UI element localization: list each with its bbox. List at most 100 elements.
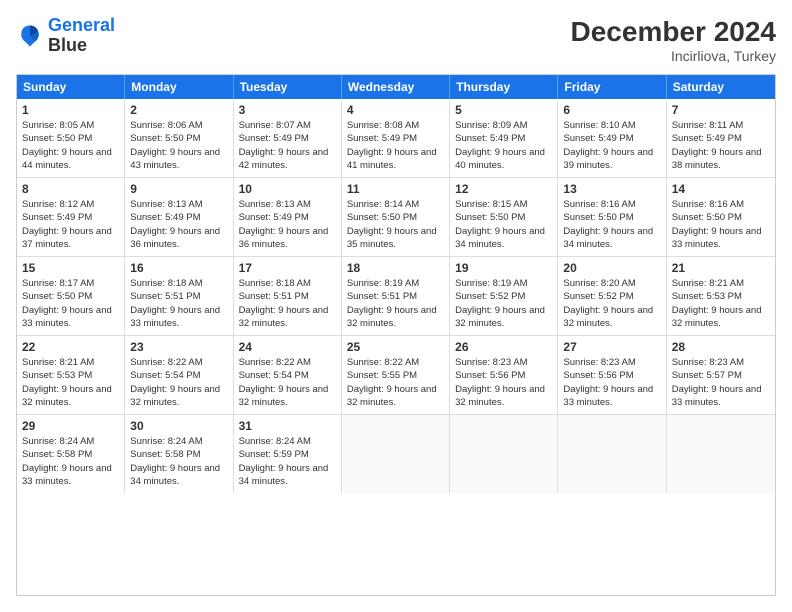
logo-line1: General bbox=[48, 15, 115, 35]
day-number: 20 bbox=[563, 261, 660, 275]
calendar-cell: 11 Sunrise: 8:14 AMSunset: 5:50 PMDayligh… bbox=[342, 178, 450, 256]
day-info: Sunrise: 8:23 AMSunset: 5:56 PMDaylight:… bbox=[455, 356, 552, 409]
day-number: 4 bbox=[347, 103, 444, 117]
day-info: Sunrise: 8:18 AMSunset: 5:51 PMDaylight:… bbox=[239, 277, 336, 330]
day-info: Sunrise: 8:24 AMSunset: 5:59 PMDaylight:… bbox=[239, 435, 336, 488]
calendar-cell: 30 Sunrise: 8:24 AMSunset: 5:58 PMDayligh… bbox=[125, 415, 233, 493]
calendar-cell: 1 Sunrise: 8:05 AMSunset: 5:50 PMDaylight… bbox=[17, 99, 125, 177]
day-info: Sunrise: 8:22 AMSunset: 5:54 PMDaylight:… bbox=[239, 356, 336, 409]
calendar-header-cell: Monday bbox=[125, 75, 233, 99]
day-info: Sunrise: 8:18 AMSunset: 5:51 PMDaylight:… bbox=[130, 277, 227, 330]
day-info: Sunrise: 8:23 AMSunset: 5:56 PMDaylight:… bbox=[563, 356, 660, 409]
calendar-cell bbox=[667, 415, 775, 493]
day-number: 2 bbox=[130, 103, 227, 117]
day-number: 8 bbox=[22, 182, 119, 196]
day-number: 7 bbox=[672, 103, 770, 117]
logo-text: General Blue bbox=[48, 16, 115, 56]
day-number: 10 bbox=[239, 182, 336, 196]
calendar-cell: 28 Sunrise: 8:23 AMSunset: 5:57 PMDayligh… bbox=[667, 336, 775, 414]
calendar-cell: 5 Sunrise: 8:09 AMSunset: 5:49 PMDaylight… bbox=[450, 99, 558, 177]
day-number: 15 bbox=[22, 261, 119, 275]
day-number: 22 bbox=[22, 340, 119, 354]
calendar-row: 29Sunrise: 8:24 AMSunset: 5:58 PMDayligh… bbox=[17, 415, 775, 493]
calendar-cell: 21 Sunrise: 8:21 AMSunset: 5:53 PMDayligh… bbox=[667, 257, 775, 335]
calendar-cell: 10 Sunrise: 8:13 AMSunset: 5:49 PMDayligh… bbox=[234, 178, 342, 256]
calendar-row: 22 Sunrise: 8:21 AMSunset: 5:53 PMDayligh… bbox=[17, 336, 775, 415]
calendar-cell: 29Sunrise: 8:24 AMSunset: 5:58 PMDayligh… bbox=[17, 415, 125, 493]
calendar-row: 15Sunrise: 8:17 AMSunset: 5:50 PMDayligh… bbox=[17, 257, 775, 336]
calendar-header: SundayMondayTuesdayWednesdayThursdayFrid… bbox=[17, 75, 775, 99]
day-number: 13 bbox=[563, 182, 660, 196]
day-number: 16 bbox=[130, 261, 227, 275]
day-info: Sunrise: 8:24 AMSunset: 5:58 PMDaylight:… bbox=[22, 435, 119, 488]
calendar-header-cell: Sunday bbox=[17, 75, 125, 99]
calendar-cell: 31 Sunrise: 8:24 AMSunset: 5:59 PMDayligh… bbox=[234, 415, 342, 493]
day-info: Sunrise: 8:20 AMSunset: 5:52 PMDaylight:… bbox=[563, 277, 660, 330]
calendar-cell: 25Sunrise: 8:22 AMSunset: 5:55 PMDayligh… bbox=[342, 336, 450, 414]
calendar-body: 1 Sunrise: 8:05 AMSunset: 5:50 PMDaylight… bbox=[17, 99, 775, 493]
day-number: 28 bbox=[672, 340, 770, 354]
calendar-cell: 24 Sunrise: 8:22 AMSunset: 5:54 PMDayligh… bbox=[234, 336, 342, 414]
calendar-cell: 6Sunrise: 8:10 AMSunset: 5:49 PMDaylight… bbox=[558, 99, 666, 177]
calendar-cell: 8 Sunrise: 8:12 AMSunset: 5:49 PMDaylight… bbox=[17, 178, 125, 256]
day-info: Sunrise: 8:12 AMSunset: 5:49 PMDaylight:… bbox=[22, 198, 119, 251]
day-number: 6 bbox=[563, 103, 660, 117]
day-info: Sunrise: 8:24 AMSunset: 5:58 PMDaylight:… bbox=[130, 435, 227, 488]
day-info: Sunrise: 8:11 AMSunset: 5:49 PMDaylight:… bbox=[672, 119, 770, 172]
calendar-header-cell: Tuesday bbox=[234, 75, 342, 99]
day-number: 11 bbox=[347, 182, 444, 196]
logo-icon bbox=[16, 22, 44, 50]
calendar-cell: 19 Sunrise: 8:19 AMSunset: 5:52 PMDayligh… bbox=[450, 257, 558, 335]
day-number: 19 bbox=[455, 261, 552, 275]
calendar-cell bbox=[450, 415, 558, 493]
day-info: Sunrise: 8:16 AMSunset: 5:50 PMDaylight:… bbox=[563, 198, 660, 251]
day-number: 14 bbox=[672, 182, 770, 196]
day-info: Sunrise: 8:19 AMSunset: 5:52 PMDaylight:… bbox=[455, 277, 552, 330]
subtitle: Incirliova, Turkey bbox=[571, 48, 776, 64]
day-number: 1 bbox=[22, 103, 119, 117]
calendar-cell: 18Sunrise: 8:19 AMSunset: 5:51 PMDayligh… bbox=[342, 257, 450, 335]
day-number: 30 bbox=[130, 419, 227, 433]
calendar-cell: 14 Sunrise: 8:16 AMSunset: 5:50 PMDayligh… bbox=[667, 178, 775, 256]
day-number: 24 bbox=[239, 340, 336, 354]
day-info: Sunrise: 8:06 AMSunset: 5:50 PMDaylight:… bbox=[130, 119, 227, 172]
day-info: Sunrise: 8:23 AMSunset: 5:57 PMDaylight:… bbox=[672, 356, 770, 409]
calendar-header-cell: Saturday bbox=[667, 75, 775, 99]
logo-line2: Blue bbox=[48, 36, 115, 56]
day-number: 12 bbox=[455, 182, 552, 196]
calendar-cell: 3Sunrise: 8:07 AMSunset: 5:49 PMDaylight… bbox=[234, 99, 342, 177]
calendar-cell: 23 Sunrise: 8:22 AMSunset: 5:54 PMDayligh… bbox=[125, 336, 233, 414]
calendar-cell: 26Sunrise: 8:23 AMSunset: 5:56 PMDayligh… bbox=[450, 336, 558, 414]
title-block: December 2024 Incirliova, Turkey bbox=[571, 16, 776, 64]
day-info: Sunrise: 8:14 AMSunset: 5:50 PMDaylight:… bbox=[347, 198, 444, 251]
day-number: 31 bbox=[239, 419, 336, 433]
day-info: Sunrise: 8:08 AMSunset: 5:49 PMDaylight:… bbox=[347, 119, 444, 172]
day-info: Sunrise: 8:21 AMSunset: 5:53 PMDaylight:… bbox=[672, 277, 770, 330]
day-info: Sunrise: 8:22 AMSunset: 5:55 PMDaylight:… bbox=[347, 356, 444, 409]
day-number: 9 bbox=[130, 182, 227, 196]
calendar-row: 1 Sunrise: 8:05 AMSunset: 5:50 PMDaylight… bbox=[17, 99, 775, 178]
calendar-cell: 12Sunrise: 8:15 AMSunset: 5:50 PMDayligh… bbox=[450, 178, 558, 256]
day-info: Sunrise: 8:13 AMSunset: 5:49 PMDaylight:… bbox=[239, 198, 336, 251]
day-info: Sunrise: 8:21 AMSunset: 5:53 PMDaylight:… bbox=[22, 356, 119, 409]
day-number: 23 bbox=[130, 340, 227, 354]
day-number: 17 bbox=[239, 261, 336, 275]
calendar-cell: 17 Sunrise: 8:18 AMSunset: 5:51 PMDayligh… bbox=[234, 257, 342, 335]
calendar-cell: 13 Sunrise: 8:16 AMSunset: 5:50 PMDayligh… bbox=[558, 178, 666, 256]
header: General Blue December 2024 Incirliova, T… bbox=[16, 16, 776, 64]
day-info: Sunrise: 8:22 AMSunset: 5:54 PMDaylight:… bbox=[130, 356, 227, 409]
day-info: Sunrise: 8:16 AMSunset: 5:50 PMDaylight:… bbox=[672, 198, 770, 251]
calendar-header-cell: Friday bbox=[558, 75, 666, 99]
logo: General Blue bbox=[16, 16, 115, 56]
calendar-header-cell: Wednesday bbox=[342, 75, 450, 99]
day-number: 5 bbox=[455, 103, 552, 117]
day-number: 18 bbox=[347, 261, 444, 275]
calendar-cell bbox=[342, 415, 450, 493]
day-info: Sunrise: 8:09 AMSunset: 5:49 PMDaylight:… bbox=[455, 119, 552, 172]
day-number: 21 bbox=[672, 261, 770, 275]
page: General Blue December 2024 Incirliova, T… bbox=[0, 0, 792, 612]
calendar-cell: 20 Sunrise: 8:20 AMSunset: 5:52 PMDayligh… bbox=[558, 257, 666, 335]
day-info: Sunrise: 8:05 AMSunset: 5:50 PMDaylight:… bbox=[22, 119, 119, 172]
day-number: 3 bbox=[239, 103, 336, 117]
calendar-cell: 2 Sunrise: 8:06 AMSunset: 5:50 PMDaylight… bbox=[125, 99, 233, 177]
